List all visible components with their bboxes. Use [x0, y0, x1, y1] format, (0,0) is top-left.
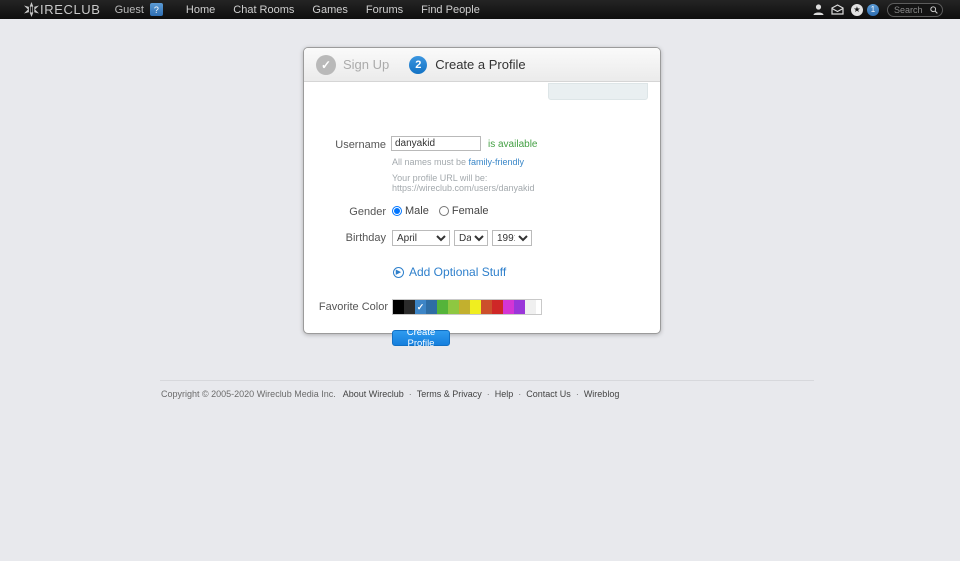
footer: Copyright © 2005-2020 Wireclub Media Inc…	[161, 389, 622, 399]
search-icon	[930, 5, 938, 15]
color-swatch[interactable]	[492, 300, 503, 314]
birthday-selects: April Day 1991	[392, 230, 536, 246]
gender-label: Gender	[304, 206, 386, 218]
nav-item-find-people[interactable]: Find People	[412, 4, 489, 16]
family-friendly-link[interactable]: family-friendly	[469, 157, 525, 167]
copyright-text: Copyright © 2005-2020 Wireclub Media Inc…	[161, 389, 336, 399]
gender-female-label[interactable]: Female	[452, 205, 489, 217]
page: IRECLUB Guest ? Home Chat Rooms Games Fo…	[0, 0, 960, 561]
nav-item-home[interactable]: Home	[177, 4, 224, 16]
footer-link-terms[interactable]: Terms & Privacy	[417, 389, 482, 399]
username-status: is available	[488, 139, 537, 150]
footer-separator: ·	[518, 389, 521, 399]
add-optional-stuff-label: Add Optional Stuff	[409, 265, 506, 279]
username-label: Username	[304, 139, 386, 151]
color-swatch[interactable]	[459, 300, 470, 314]
wizard-header: ✓ Sign Up 2 Create a Profile	[304, 48, 660, 82]
add-optional-stuff-link[interactable]: ▶ Add Optional Stuff	[393, 265, 506, 279]
color-swatch[interactable]	[426, 300, 437, 314]
footer-separator: ·	[487, 389, 490, 399]
topbar-right: ★ 1	[806, 3, 943, 17]
user-icon[interactable]	[813, 4, 824, 16]
color-swatch[interactable]	[404, 300, 415, 314]
username-input[interactable]	[391, 136, 481, 151]
birthday-month-select[interactable]: April	[392, 230, 450, 246]
create-profile-button[interactable]: Create Profile	[392, 330, 450, 346]
search-box[interactable]	[887, 3, 943, 17]
footer-link-contact[interactable]: Contact Us	[526, 389, 571, 399]
nav-item-games[interactable]: Games	[303, 4, 356, 16]
guest-label[interactable]: Guest	[115, 4, 144, 16]
username-help: All names must be family-friendly	[392, 157, 524, 167]
color-swatch[interactable]	[437, 300, 448, 314]
footer-separator: ·	[409, 389, 412, 399]
top-navigation-bar: IRECLUB Guest ? Home Chat Rooms Games Fo…	[0, 0, 960, 19]
footer-divider	[160, 380, 814, 381]
gender-male-radio[interactable]	[392, 206, 402, 216]
birthday-label: Birthday	[304, 232, 386, 244]
color-swatch[interactable]	[503, 300, 514, 314]
footer-link-help[interactable]: Help	[495, 389, 514, 399]
favorite-color-label: Favorite Color	[304, 301, 388, 313]
create-profile-form: Username is available All names must be …	[304, 82, 660, 334]
step1-label: Sign Up	[343, 57, 389, 72]
expand-circle-icon: ▶	[393, 267, 404, 278]
gender-options: Male Female	[392, 205, 499, 217]
search-input[interactable]	[894, 5, 930, 15]
color-swatches: ✓	[392, 299, 542, 315]
footer-link-about[interactable]: About Wireclub	[343, 389, 404, 399]
color-swatch[interactable]	[525, 300, 536, 314]
nav-item-chat-rooms[interactable]: Chat Rooms	[224, 4, 303, 16]
logo-text: IRECLUB	[40, 2, 101, 17]
step2-number-badge: 2	[409, 56, 427, 74]
color-swatch[interactable]	[514, 300, 525, 314]
step1-check-icon: ✓	[316, 55, 336, 75]
nav-item-forums[interactable]: Forums	[357, 4, 412, 16]
color-swatch[interactable]: ✓	[415, 300, 426, 314]
wireclub-logo[interactable]: IRECLUB	[24, 2, 101, 17]
hint-box	[548, 83, 648, 100]
notification-count-badge[interactable]: 1	[867, 4, 879, 16]
color-swatch[interactable]	[470, 300, 481, 314]
alerts-icon[interactable]: ★	[851, 4, 863, 16]
color-swatch[interactable]	[393, 300, 404, 314]
profile-url-value: https://wireclub.com/users/danyakid	[392, 183, 535, 193]
help-prefix: All names must be	[392, 157, 469, 167]
footer-link-wireblog[interactable]: Wireblog	[584, 389, 620, 399]
birthday-year-select[interactable]: 1991	[492, 230, 532, 246]
color-swatch[interactable]	[448, 300, 459, 314]
birthday-day-select[interactable]: Day	[454, 230, 488, 246]
color-swatch[interactable]	[481, 300, 492, 314]
gender-male-label[interactable]: Male	[405, 205, 429, 217]
footer-separator: ·	[576, 389, 579, 399]
profile-url-caption: Your profile URL will be:	[392, 173, 487, 183]
step2-label: Create a Profile	[435, 57, 525, 72]
help-badge[interactable]: ?	[150, 3, 163, 16]
mail-icon[interactable]	[831, 4, 844, 15]
star-icon: ★	[851, 4, 863, 16]
gender-female-radio[interactable]	[439, 206, 449, 216]
main-nav: Home Chat Rooms Games Forums Find People	[177, 4, 489, 16]
create-profile-modal: ✓ Sign Up 2 Create a Profile Username is…	[303, 47, 661, 334]
selected-color-check-icon: ✓	[415, 300, 426, 314]
wireclub-star-icon	[24, 2, 39, 17]
